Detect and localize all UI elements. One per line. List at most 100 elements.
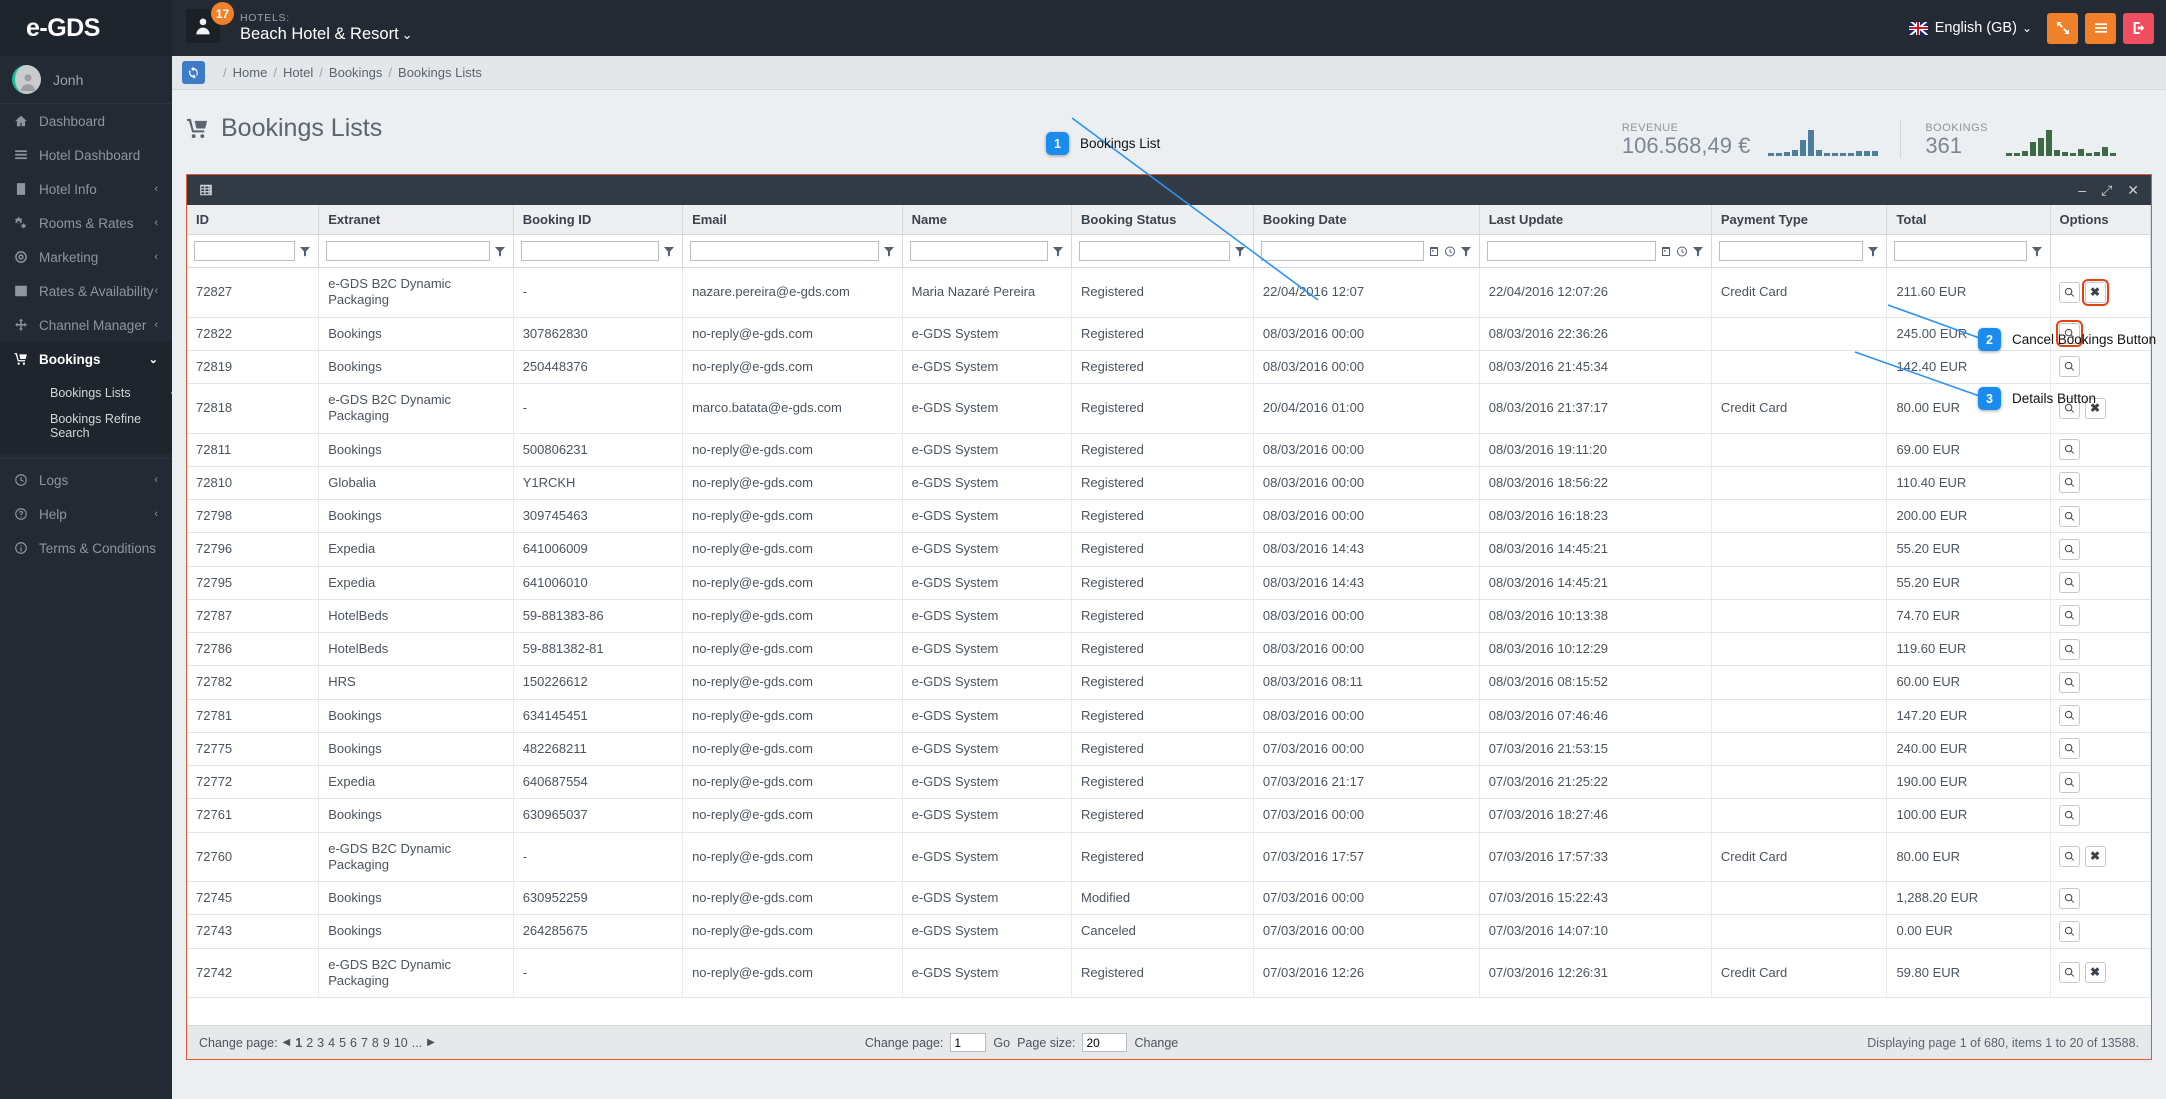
go-button[interactable]: Go [993, 1036, 1010, 1050]
filter-input-booking-date[interactable] [1260, 241, 1424, 261]
filter-input-id[interactable] [194, 241, 296, 261]
table-row[interactable]: 72775 Bookings 482268211 no-reply@e-gds.com… [187, 732, 2152, 767]
column-header-total[interactable]: Total [1886, 205, 2051, 235]
sidebar-item-rooms-rates[interactable]: Rooms & Rates ‹ [0, 206, 172, 240]
menu-button[interactable] [2085, 12, 2116, 44]
filter-input-name[interactable] [909, 241, 1048, 261]
details-button[interactable] [2058, 538, 2080, 560]
next-page-button[interactable]: ▶ [427, 1037, 435, 1048]
column-header-id[interactable]: ID [187, 205, 320, 235]
funnel-icon[interactable] [883, 245, 895, 258]
table-row[interactable]: 72781 Bookings 634145451 no-reply@e-gds.com… [187, 699, 2152, 733]
table-row[interactable]: 72796 Expedia 641006009 no-reply@e-gds.com e… [187, 532, 2152, 567]
table-row[interactable]: 72782 HRS 150226612 no-reply@e-gds.com e-GDS… [187, 665, 2152, 700]
clock-icon[interactable] [1676, 245, 1688, 258]
details-button[interactable] [2058, 605, 2080, 627]
funnel-icon[interactable] [2031, 245, 2043, 258]
page-number[interactable]: ... [412, 1036, 422, 1050]
panel-close-button[interactable]: ✕ [2127, 183, 2139, 197]
details-button[interactable] [2058, 671, 2080, 693]
details-button[interactable] [2058, 771, 2080, 793]
refresh-button[interactable] [182, 61, 205, 84]
column-header-email[interactable]: Email [682, 205, 903, 235]
funnel-icon[interactable] [663, 245, 675, 258]
column-header-booking-status[interactable]: Booking Status [1071, 205, 1254, 235]
details-button[interactable] [2058, 962, 2080, 984]
table-row[interactable]: 72811 Bookings 500806231 no-reply@e-gds.com… [187, 433, 2152, 467]
panel-minimize-button[interactable]: – [2078, 183, 2086, 197]
goto-page-input[interactable] [950, 1033, 987, 1052]
table-row[interactable]: 72819 Bookings 250448376 no-reply@e-gds.com… [187, 350, 2152, 385]
sidebar-item-marketing[interactable]: Marketing ‹ [0, 240, 172, 274]
filter-input-total[interactable] [1894, 241, 2027, 261]
sidebar-item-terms-conditions[interactable]: Terms & Conditions [0, 531, 172, 565]
details-button[interactable] [2058, 472, 2080, 494]
filter-input-extranet[interactable] [326, 241, 490, 261]
clock-icon[interactable] [1444, 245, 1456, 258]
filter-input-payment-type[interactable] [1718, 241, 1864, 261]
sidebar-subitem-bookings-lists[interactable]: Bookings Lists [0, 380, 177, 406]
fullscreen-button[interactable] [2047, 12, 2078, 44]
funnel-icon[interactable] [1234, 245, 1246, 258]
details-button[interactable] [2058, 638, 2080, 660]
sidebar-item-dashboard[interactable]: Dashboard [0, 104, 172, 138]
details-button[interactable] [2058, 887, 2080, 909]
table-row[interactable]: 72760 e-GDS B2C Dynamic Packaging - no-repl… [187, 832, 2152, 882]
user-notifications[interactable]: 17 [186, 2, 234, 47]
prev-page-button[interactable]: ◀ [283, 1037, 291, 1048]
hotel-selector[interactable]: 17 HOTELS: Beach Hotel & Resort ⌄ [172, 0, 413, 56]
table-row[interactable]: 72810 Globalia Y1RCKH no-reply@e-gds.com e-G… [187, 466, 2152, 501]
funnel-icon[interactable] [1460, 245, 1472, 258]
funnel-icon[interactable] [494, 245, 506, 258]
page-number[interactable]: 10 [394, 1036, 408, 1050]
filter-input-email[interactable] [690, 241, 879, 261]
page-number[interactable]: 3 [317, 1036, 324, 1050]
calendar-icon[interactable] [1660, 245, 1672, 258]
table-row[interactable]: 72742 e-GDS B2C Dynamic Packaging - no-repl… [187, 948, 2152, 998]
table-row[interactable]: 72827 e-GDS B2C Dynamic Packaging - nazare.… [187, 267, 2152, 318]
table-row[interactable]: 72787 HotelBeds 59-881383-86 no-reply@e-gds… [187, 599, 2152, 634]
calendar-icon[interactable] [1428, 245, 1440, 258]
cancel-booking-button[interactable]: ✖ [2084, 962, 2106, 984]
column-header-last-update[interactable]: Last Update [1479, 205, 1712, 235]
panel-expand-button[interactable]: ⤢ [2101, 183, 2112, 197]
details-button[interactable] [2058, 804, 2080, 826]
hotel-name[interactable]: Beach Hotel & Resort ⌄ [240, 25, 413, 44]
table-row[interactable]: 72786 HotelBeds 59-881382-81 no-reply@e-gds… [187, 632, 2152, 667]
sidebar-user[interactable]: Jonh [0, 56, 172, 104]
details-button[interactable] [2058, 846, 2080, 868]
sidebar-item-rates-availability[interactable]: Rates & Availability ‹ [0, 274, 172, 308]
funnel-icon[interactable] [1692, 245, 1704, 258]
logout-button[interactable] [2123, 12, 2154, 44]
page-number[interactable]: 5 [339, 1036, 346, 1050]
table-row[interactable]: 72798 Bookings 309745463 no-reply@e-gds.com… [187, 499, 2152, 534]
sidebar-subitem-bookings-refine-search[interactable]: Bookings Refine Search [0, 406, 172, 446]
table-row[interactable]: 72761 Bookings 630965037 no-reply@e-gds.com… [187, 798, 2152, 833]
details-button[interactable] [2058, 738, 2080, 760]
sidebar-item-bookings[interactable]: Bookings ⌄ [0, 342, 172, 376]
table-row[interactable]: 72745 Bookings 630952259 no-reply@e-gds.com… [187, 881, 2152, 916]
funnel-icon[interactable] [299, 245, 311, 258]
change-button[interactable]: Change [1134, 1036, 1178, 1050]
page-number[interactable]: 9 [383, 1036, 390, 1050]
language-selector[interactable]: English (GB) ⌄ [1908, 20, 2032, 36]
funnel-icon[interactable] [1867, 245, 1879, 258]
column-header-extranet[interactable]: Extranet [318, 205, 514, 235]
page-number[interactable]: 6 [350, 1036, 357, 1050]
sidebar-item-help[interactable]: Help ‹ [0, 497, 172, 531]
details-button[interactable] [2058, 705, 2080, 727]
details-button[interactable] [2058, 356, 2080, 378]
table-row[interactable]: 72818 e-GDS B2C Dynamic Packaging - marco.b… [187, 383, 2152, 434]
sidebar-item-logs[interactable]: Logs ‹ [0, 463, 172, 497]
funnel-icon[interactable] [1052, 245, 1064, 258]
page-number[interactable]: 1 [295, 1036, 302, 1050]
breadcrumb-item-home[interactable]: Home [233, 65, 268, 80]
filter-input-last-update[interactable] [1486, 241, 1656, 261]
breadcrumb-item-hotel[interactable]: Hotel [283, 65, 313, 80]
page-number[interactable]: 8 [372, 1036, 379, 1050]
details-button[interactable] [2058, 439, 2080, 461]
column-header-booking-date[interactable]: Booking Date [1253, 205, 1480, 235]
page-number[interactable]: 7 [361, 1036, 368, 1050]
table-row[interactable]: 72743 Bookings 264285675 no-reply@e-gds.com… [187, 914, 2152, 949]
details-button[interactable] [2058, 920, 2080, 942]
